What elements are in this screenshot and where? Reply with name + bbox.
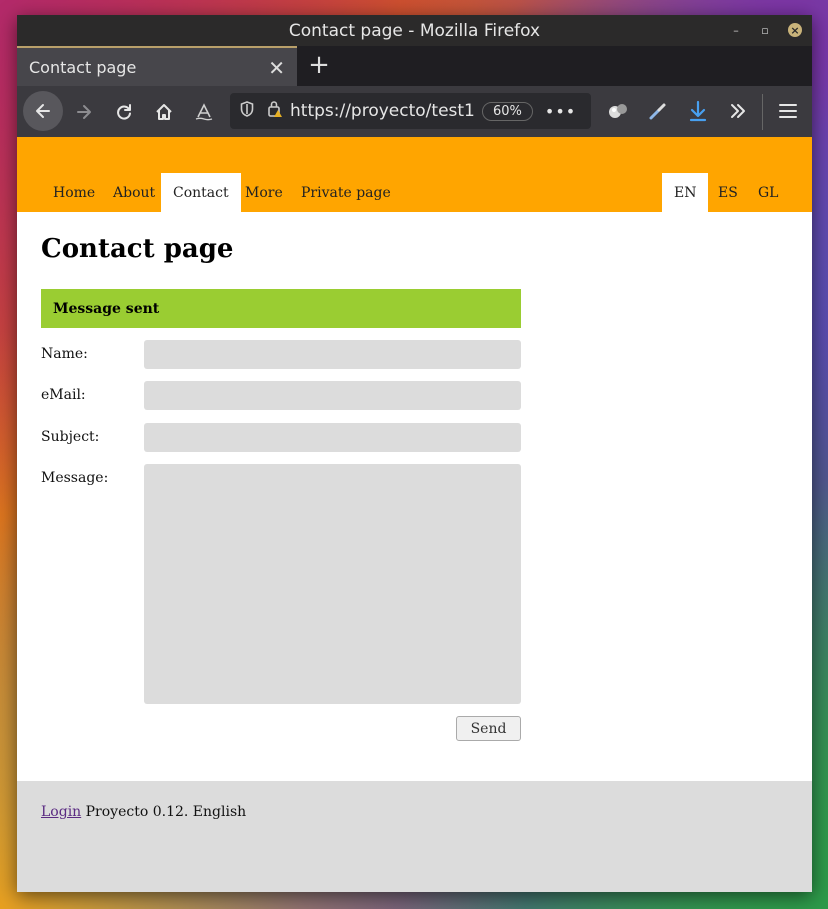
login-link[interactable]: Login [41,804,81,820]
name-label: Name: [41,346,88,362]
email-label: eMail: [41,387,86,403]
lang-item-gl[interactable]: GL [746,173,790,212]
tab-contact-page[interactable]: Contact page ✕ [17,46,297,86]
site-footer: Login Proyecto 0.12. English [17,781,812,892]
lang-item-en[interactable]: EN [662,173,709,212]
reload-icon[interactable] [105,93,143,131]
alert-text: Message sent [53,300,160,317]
message-field[interactable] [144,464,521,704]
chevron-double-right-icon[interactable] [725,98,751,124]
tab-title: Contact page [29,57,137,77]
tracking-shield-icon[interactable] [230,101,264,121]
window-title: Contact page - Mozilla Firefox [288,20,541,41]
lang-item-es[interactable]: ES [706,173,750,212]
footer-line: Login Proyecto 0.12. English [41,804,246,820]
home-icon[interactable] [145,93,183,131]
hamburger-menu-icon[interactable] [775,98,801,124]
subject-field[interactable] [144,423,521,452]
success-alert: Message sent [41,289,521,328]
download-arrow-icon[interactable] [685,98,711,124]
insecure-lock-icon[interactable] [264,100,286,122]
nav-item-home[interactable]: Home [41,173,107,212]
forward-arrow-icon[interactable] [65,93,103,131]
nav-item-more[interactable]: More [233,173,295,212]
tab-close-icon[interactable]: ✕ [268,56,285,80]
new-tab-button[interactable]: + [307,50,331,80]
tab-strip: Contact page ✕ + [17,46,812,86]
zoom-level-badge[interactable]: 60% [482,101,533,121]
site-header: Home About Contact More Private page EN … [17,137,812,212]
nav-item-about[interactable]: About [101,173,167,212]
eyedropper-icon[interactable] [645,98,671,124]
url-bar[interactable]: https://proyecto/test12 60% ••• [230,93,591,129]
page-actions-icon[interactable]: ••• [545,102,576,121]
navigation-toolbar: https://proyecto/test12 60% ••• [17,86,812,137]
browser-window: Contact page - Mozilla Firefox – ▫ × Con… [17,15,812,892]
subject-label: Subject: [41,429,100,445]
name-field[interactable] [144,340,521,369]
extension-icon[interactable] [605,98,631,124]
back-arrow-icon[interactable] [23,91,63,131]
url-text[interactable]: https://proyecto/test12 [286,101,476,121]
footer-text: Proyecto 0.12. English [85,804,247,820]
toolbar-separator [762,94,763,130]
minimize-button[interactable]: – [729,23,743,37]
reader-view-icon[interactable] [185,93,223,131]
nav-item-contact[interactable]: Contact [161,173,241,212]
maximize-button[interactable]: ▫ [758,23,772,37]
nav-item-private-page[interactable]: Private page [289,173,403,212]
page-title: Contact page [41,234,234,264]
send-button[interactable]: Send [456,716,521,741]
title-bar: Contact page - Mozilla Firefox – ▫ × [17,15,812,46]
web-page: Home About Contact More Private page EN … [17,137,812,892]
close-window-button[interactable]: × [788,23,802,37]
email-field[interactable] [144,381,521,410]
message-label: Message: [41,470,109,486]
